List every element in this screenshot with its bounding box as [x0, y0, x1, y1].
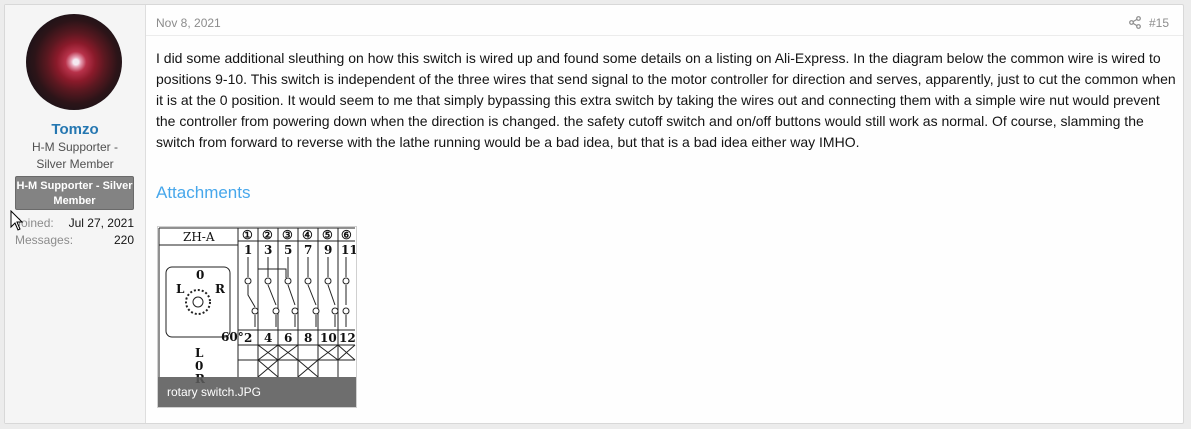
top-terminal: 5 [284, 243, 292, 257]
user-banner: H-M Supporter - Silver Member [15, 176, 134, 210]
angle-label: 60° [221, 330, 244, 344]
top-terminal: 1 [244, 243, 252, 257]
post-body-text: I did some additional sleuthing on how t… [156, 50, 1176, 150]
forum-post: Tomzo H-M Supporter - Silver Member H-M … [4, 4, 1184, 424]
bottom-terminal: 2 [244, 331, 252, 345]
avatar[interactable] [26, 14, 122, 110]
row-label-l: L [195, 346, 204, 360]
position-label: ① [242, 228, 253, 242]
username-link[interactable]: Tomzo [5, 121, 145, 138]
messages-label: Messages: [15, 233, 74, 247]
top-terminal: 3 [264, 243, 272, 257]
user-info-panel: Tomzo H-M Supporter - Silver Member H-M … [5, 5, 146, 423]
top-terminal: 9 [324, 243, 332, 257]
bottom-terminal: 6 [284, 331, 292, 345]
user-title: H-M Supporter - Silver Member [31, 140, 119, 171]
bottom-terminal: 10 [320, 331, 337, 345]
top-terminal: 11 [341, 243, 356, 257]
position-label: ⑤ [322, 228, 333, 242]
bottom-terminal: 12 [339, 331, 356, 345]
diagram-model-label: ZH-A [183, 230, 215, 244]
dial-label-r: R [215, 282, 226, 296]
bottom-terminal: 8 [304, 331, 312, 345]
post-header: Nov 8, 2021 #15 [146, 5, 1183, 36]
position-label: ④ [302, 228, 313, 242]
post-number-link[interactable]: #15 [1149, 16, 1169, 30]
row-label-0: 0 [195, 359, 203, 373]
position-label: ③ [282, 228, 293, 242]
attachment-thumbnail[interactable]: ZH-A 0 L R ① ② ③ ④ ⑤ ⑥ 1 3 5 7 9 11 6 [157, 226, 357, 408]
share-icon[interactable] [1129, 16, 1141, 29]
dial-label-l: L [176, 282, 185, 296]
bottom-terminal: 4 [264, 331, 272, 345]
post-date[interactable]: Nov 8, 2021 [156, 16, 221, 30]
attachments-heading: Attachments [156, 183, 251, 202]
joined-value: Jul 27, 2021 [68, 216, 134, 230]
attachment-caption[interactable]: rotary switch.JPG [158, 377, 356, 407]
position-label: ② [262, 228, 273, 242]
mouse-cursor-icon [10, 210, 24, 231]
position-label: ⑥ [341, 228, 352, 242]
messages-value[interactable]: 220 [114, 233, 134, 247]
top-terminal: 7 [304, 243, 312, 257]
dial-label-0: 0 [196, 268, 204, 282]
post-main: Nov 8, 2021 #15 I did some additional sl… [146, 5, 1183, 423]
